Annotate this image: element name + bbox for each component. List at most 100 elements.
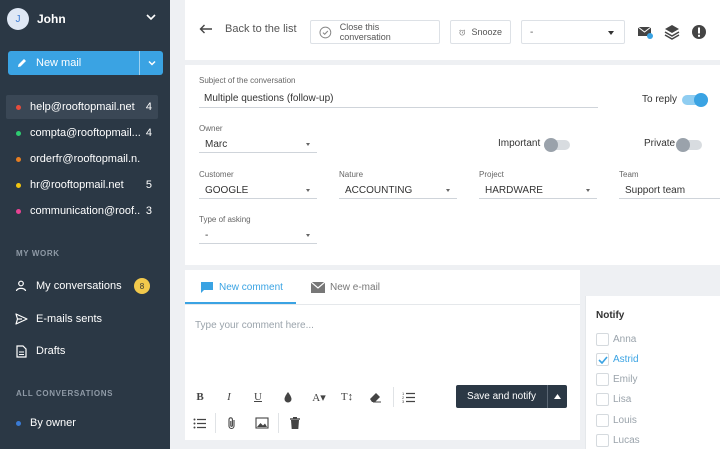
type-of-asking-underline [199,243,317,244]
layers-icon[interactable] [664,24,680,40]
toggle-knob [694,93,708,107]
checkbox[interactable] [596,373,609,386]
mailbox-item-hr[interactable]: hr@rooftopmail.net 5 [6,173,158,197]
status-select-value: - [530,26,534,38]
team-select[interactable]: Support team [625,185,685,196]
notify-person-emily[interactable]: Emily [596,373,637,386]
save-options-dropdown-button[interactable] [547,385,567,408]
nature-underline [339,198,457,199]
mailbox-label: help@rooftopmail.net [30,101,135,113]
user-menu[interactable]: J John [0,0,170,38]
close-conversation-button[interactable]: Close this conversation [310,20,440,44]
document-icon [14,344,28,358]
text-color-icon[interactable] [281,390,295,404]
status-select[interactable]: - [521,20,625,44]
new-mail-label: New mail [36,57,82,69]
notify-person-name: Louis [613,415,637,426]
toolbar-divider [278,413,279,433]
font-family-icon[interactable]: A▾ [310,390,328,404]
new-mail-button[interactable]: New mail [8,51,139,75]
font-size-icon[interactable]: T↕ [338,390,356,404]
underline-icon[interactable]: U [251,390,265,404]
nav-drafts[interactable]: Drafts [14,340,164,362]
tab-new-email[interactable]: New e-mail [311,270,380,304]
alert-icon[interactable] [691,24,707,40]
conversation-details-form: Subject of the conversation Multiple que… [185,65,720,265]
eraser-icon[interactable] [368,390,382,404]
nav-emails-sents[interactable]: E-mails sents [14,308,164,330]
numbered-list-icon[interactable]: 123 [402,390,416,404]
mailbox-item-compta[interactable]: compta@rooftopmail.... 4 [6,121,158,145]
nav-my-conversations[interactable]: My conversations 8 [14,275,164,297]
mailbox-item-help[interactable]: help@rooftopmail.net 4 [6,95,158,119]
notify-person-anna[interactable]: Anna [596,333,636,346]
notify-person-name: Lucas [613,435,640,446]
toolbar-divider [215,413,216,433]
caret-down-icon [306,234,310,237]
checkbox[interactable] [596,333,609,346]
caret-up-icon [554,394,561,399]
mailbox-color-dot [16,156,21,162]
new-mail-dropdown-button[interactable] [139,51,163,75]
mailbox-label: compta@rooftopmail.... [30,127,140,139]
mailbox-count: 4 [145,127,152,139]
chevron-down-icon [147,60,156,66]
check-circle-icon [319,26,332,38]
image-icon[interactable] [255,416,269,430]
notify-person-louis[interactable]: Louis [596,414,637,427]
conversations-count-badge: 8 [134,278,150,294]
notify-person-lisa[interactable]: Lisa [596,393,631,406]
notify-person-lucas[interactable]: Lucas [596,434,640,447]
bulleted-list-icon[interactable] [193,416,207,430]
chevron-down-icon[interactable] [146,12,156,22]
type-of-asking-select[interactable]: - [205,230,208,241]
checkbox[interactable] [596,393,609,406]
toolbar-divider [393,387,394,407]
italic-icon[interactable]: I [222,390,236,404]
snooze-button[interactable]: Snooze [450,20,511,44]
team-label: Team [619,170,639,179]
checkbox[interactable] [596,434,609,447]
attachment-icon[interactable] [225,416,239,430]
customer-select[interactable]: GOOGLE [205,185,248,196]
mailbox-color-dot [16,208,21,214]
by-owner-color-dot [16,420,21,426]
subject-input[interactable]: Multiple questions (follow-up) [204,93,334,104]
owner-label: Owner [199,124,223,133]
checkbox[interactable] [596,414,609,427]
save-and-notify-button[interactable]: Save and notify [456,391,547,402]
owner-select[interactable]: Marc [205,139,227,150]
important-toggle[interactable] [544,138,570,152]
mail-notification-icon[interactable] [637,24,653,40]
back-to-list-link[interactable]: Back to the list [199,23,297,35]
nature-select[interactable]: ACCOUNTING [345,185,412,196]
mailbox-item-communication[interactable]: communication@roof... 3 [6,199,158,223]
project-underline [479,198,597,199]
to-reply-toggle[interactable] [682,93,708,107]
toggle-knob [544,138,558,152]
mailbox-color-dot [16,182,21,188]
mailbox-item-orderfr[interactable]: orderfr@rooftopmail.n... [6,147,158,171]
pencil-icon [18,59,26,67]
customer-underline [199,198,317,199]
nav-by-owner[interactable]: By owner [14,412,164,434]
tab-new-comment[interactable]: New comment [200,270,283,304]
my-work-section-title: MY WORK [16,249,60,258]
notify-person-astrid[interactable]: Astrid [596,353,639,366]
private-toggle[interactable] [676,138,702,152]
close-conversation-label: Close this conversation [339,22,391,42]
bold-icon[interactable]: B [193,390,207,404]
checkbox-checked[interactable] [596,353,609,366]
owner-underline [199,152,317,153]
user-name: John [37,12,66,26]
mail-icon [311,281,325,293]
mailbox-count: 4 [145,101,152,113]
comment-textarea[interactable]: Type your comment here... [195,320,314,331]
project-select[interactable]: HARDWARE [485,185,543,196]
conversation-toolbar: Back to the list Close this conversation… [185,0,720,60]
arrow-left-icon [199,24,212,34]
trash-icon[interactable] [288,416,302,430]
customer-label: Customer [199,170,234,179]
nav-label: Drafts [36,345,66,357]
notify-person-name: Anna [613,334,637,345]
